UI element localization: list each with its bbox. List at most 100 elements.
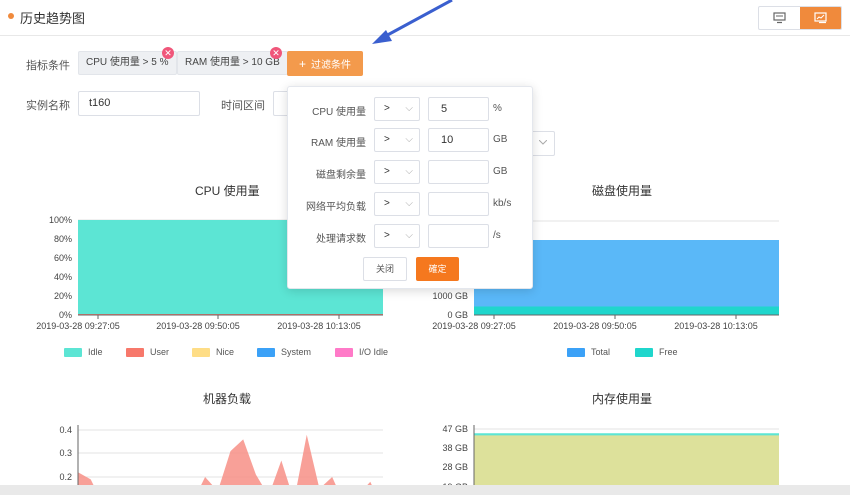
filter-label: 指标条件 — [26, 60, 70, 72]
y-tick-label: 38 GB — [442, 443, 468, 453]
popup-row-label: 磁盘剩余量 — [316, 170, 366, 181]
popup-row-ram: RAM 使用量 > ⌵ 10 GB — [288, 128, 534, 152]
unit-label: % — [493, 103, 502, 114]
horizontal-scrollbar[interactable] — [0, 485, 850, 495]
close-button[interactable]: 关闭 — [363, 257, 407, 281]
view-toggle[interactable] — [758, 6, 842, 30]
popup-row-disk: 磁盘剩余量 > ⌵ GB — [288, 160, 534, 184]
y-tick-label: 80% — [54, 234, 72, 244]
chevron-down-icon: ⌵ — [405, 166, 413, 177]
x-tick-label: 2019-03-28 09:50:05 — [553, 321, 637, 331]
x-tick-label: 2019-03-28 09:27:05 — [36, 321, 120, 331]
disk-chart-title: 磁盘使用量 — [592, 184, 653, 198]
y-tick-label: 0.2 — [59, 472, 72, 482]
y-tick-label: 0.4 — [59, 425, 72, 435]
chart-view-button[interactable] — [800, 7, 841, 29]
unit-label: GB — [493, 134, 508, 145]
popup-row-label: CPU 使用量 — [312, 107, 366, 118]
unit-label: kb/s — [493, 198, 512, 209]
legend-label: System — [281, 347, 312, 357]
list-view-button[interactable] — [759, 7, 800, 29]
x-tick-label: 2019-03-28 09:27:05 — [432, 321, 516, 331]
value-input[interactable] — [428, 224, 489, 248]
confirm-button[interactable]: 確定 — [416, 257, 459, 281]
legend-swatch — [126, 347, 144, 357]
y-tick-label: 28 GB — [442, 462, 468, 472]
popup-row-requests: 处理请求数 > ⌵ /s — [288, 224, 534, 248]
legend-label: Idle — [88, 347, 103, 357]
cpu-legend-system[interactable]: System — [257, 347, 311, 357]
machine-load-chart: 0.4 0.3 0.2 — [59, 425, 383, 495]
chevron-down-icon: ⌵ — [405, 230, 413, 241]
memory-usage-chart: 47 GB38 GB28 GB19 GB — [442, 424, 779, 495]
cpu-legend-user[interactable]: User — [126, 347, 169, 357]
filter-tag-ram-label: RAM 使用量 > 10 GB — [185, 57, 280, 68]
y-tick-label: 0 GB — [447, 310, 468, 320]
chevron-down-icon: ⌵ — [405, 198, 413, 209]
operator-value: > — [384, 103, 390, 114]
operator-select[interactable]: > ⌵ — [374, 224, 420, 248]
popup-row-label: 处理请求数 — [316, 234, 366, 245]
disk-legend-total[interactable]: Total — [567, 347, 610, 357]
y-tick-label: 20% — [54, 291, 72, 301]
load-chart-title: 机器负载 — [203, 392, 252, 406]
y-tick-label: 60% — [54, 253, 72, 263]
instance-input[interactable]: t160 — [78, 91, 200, 116]
annotation-arrow — [372, 0, 453, 44]
operator-select[interactable]: > ⌵ — [374, 128, 420, 152]
unit-label: GB — [493, 166, 508, 177]
legend-label: User — [150, 347, 170, 357]
y-tick-label: 40% — [54, 272, 72, 282]
legend-swatch — [257, 347, 275, 357]
remove-ram-tag-icon[interactable]: ✕ — [270, 47, 282, 59]
value-input[interactable] — [428, 160, 489, 184]
y-tick-label: 47 GB — [442, 424, 468, 434]
cpu-chart-title: CPU 使用量 — [195, 184, 260, 198]
x-tick-label: 2019-03-28 10:13:05 — [674, 321, 758, 331]
filter-tag-cpu-label: CPU 使用量 > 5 % — [86, 57, 169, 68]
cpu-legend-nice[interactable]: Nice — [192, 347, 234, 357]
popup-row-cpu: CPU 使用量 > ⌵ 5 % — [288, 97, 534, 121]
cpu-legend-io-idle[interactable]: I/O Idle — [335, 347, 388, 357]
value-input[interactable]: 10 — [428, 128, 489, 152]
plus-icon: + — [298, 56, 306, 71]
popup-row-label: 网络平均负载 — [306, 202, 366, 213]
time-range-label: 时间区间 — [221, 100, 265, 112]
legend-label: I/O Idle — [359, 347, 389, 357]
add-filter-label: 过滤条件 — [311, 60, 351, 71]
instance-label: 实例名称 — [26, 100, 70, 112]
chevron-down-icon: ⌵ — [405, 103, 413, 114]
series-area-free — [474, 306, 779, 315]
legend-swatch — [635, 347, 653, 357]
y-tick-label: 1000 GB — [432, 291, 468, 301]
chevron-down-icon: ⌵ — [405, 134, 413, 145]
value-input[interactable]: 5 — [428, 97, 489, 121]
memory-chart-title: 内存使用量 — [592, 392, 653, 406]
legend-label: Nice — [216, 347, 235, 357]
legend-swatch — [567, 347, 585, 357]
add-filter-button[interactable]: + 过滤条件 — [287, 51, 363, 76]
y-tick-label: 100% — [49, 215, 72, 225]
disk-legend-free[interactable]: Free — [635, 347, 678, 357]
x-tick-label: 2019-03-28 10:13:05 — [277, 321, 361, 331]
value-input[interactable] — [428, 192, 489, 216]
monitor-icon — [773, 12, 786, 24]
legend-label: Free — [659, 347, 678, 357]
y-tick-label: 0% — [59, 310, 72, 320]
popup-row-label: RAM 使用量 — [311, 138, 366, 149]
legend-swatch — [64, 347, 82, 357]
remove-cpu-tag-icon[interactable]: ✕ — [162, 47, 174, 59]
unit-label: /s — [493, 230, 501, 241]
operator-value: > — [384, 230, 390, 241]
legend-swatch — [335, 347, 353, 357]
operator-select[interactable]: > ⌵ — [374, 97, 420, 121]
operator-value: > — [384, 166, 390, 177]
chart-icon — [814, 12, 827, 24]
cpu-legend-idle[interactable]: Idle — [64, 347, 103, 357]
y-tick-label: 0.3 — [59, 448, 72, 458]
operator-select[interactable]: > ⌵ — [374, 160, 420, 184]
filter-popup: CPU 使用量 > ⌵ 5 % RAM 使用量 > ⌵ 10 GB 磁盘剩余量 > ⌵… — [287, 86, 533, 289]
x-tick-label: 2019-03-28 09:50:05 — [156, 321, 240, 331]
chevron-down-icon — [539, 140, 547, 145]
operator-select[interactable]: > ⌵ — [374, 192, 420, 216]
